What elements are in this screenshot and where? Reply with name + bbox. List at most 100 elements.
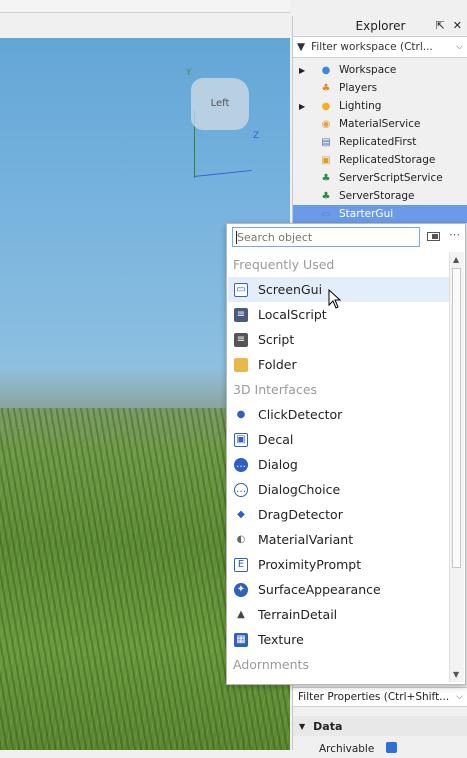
explorer-item-label: MaterialService: [339, 118, 421, 130]
properties-filter[interactable]: Filter Properties (Ctrl+Shift... ⌵: [293, 687, 467, 707]
chevron-down-icon[interactable]: ⌵: [456, 692, 463, 702]
object-item-label: ProximityPrompt: [258, 557, 362, 572]
object-item-dialog[interactable]: … Dialog: [228, 452, 450, 477]
object-item-label: Folder: [258, 357, 297, 372]
starter-gui-icon: ▭: [321, 208, 331, 220]
replicated-first-icon: ▤: [321, 136, 331, 148]
object-item-proximityprompt[interactable]: E ProximityPrompt: [228, 552, 450, 577]
object-item-label: DragDetector: [258, 507, 343, 522]
view-cube-z-axis: [193, 169, 252, 177]
explorer-item-lighting[interactable]: ▶ ● Lighting: [293, 97, 467, 115]
explorer-title-bar: Explorer ⇱ ✕: [293, 16, 467, 37]
object-item-label: ClickDetector: [258, 407, 343, 422]
view-cube[interactable]: Left: [191, 78, 249, 130]
property-row: Archivable: [293, 740, 467, 758]
archivable-checkbox[interactable]: [386, 742, 397, 753]
object-item-label: TerrainDetail: [258, 607, 338, 622]
explorer-item-players[interactable]: ♣ Players: [293, 79, 467, 97]
object-item-folder[interactable]: Folder: [228, 352, 450, 377]
explorer-item-serverstorage[interactable]: ♣ ServerStorage: [293, 187, 467, 205]
object-item-label: Script: [258, 332, 295, 347]
material-variant-icon: ◐: [236, 534, 246, 545]
search-box[interactable]: [232, 227, 420, 247]
viewport-top-strip: [0, 0, 290, 13]
explorer-item-label: ReplicatedStorage: [339, 154, 436, 166]
terrain-detail-icon: ▲: [237, 609, 245, 620]
script-icon: ≡: [234, 332, 248, 347]
object-list: Frequently Used ▭ ScreenGui ≡ LocalScript ≡ Sc…: [228, 252, 450, 682]
group-header: Adornments: [233, 657, 309, 672]
object-item-label: SurfaceAppearance: [258, 582, 381, 597]
explorer-item-label: ReplicatedFirst: [339, 136, 417, 148]
filter-icon: ▼: [297, 41, 306, 53]
text-caret: [236, 231, 237, 244]
explorer-item-label: Lighting: [339, 100, 382, 112]
dialog-icon: …: [234, 457, 248, 472]
properties-filter-text: Filter Properties (Ctrl+Shift...: [298, 691, 450, 703]
local-script-icon: ≡: [234, 307, 248, 322]
scrollbar[interactable]: ▲ ▼: [449, 252, 464, 682]
explorer-filter-text: Filter workspace (Ctrl...: [311, 41, 433, 53]
replicated-storage-icon: ▣: [321, 154, 331, 166]
screen-gui-icon: ▭: [234, 282, 248, 297]
scrollbar-thumb[interactable]: [452, 268, 461, 568]
close-icon[interactable]: ✕: [453, 19, 462, 32]
object-item-surfaceappearance[interactable]: ✦ SurfaceAppearance: [228, 577, 450, 602]
object-item-label: Dialog: [258, 457, 298, 472]
explorer-item-label: ServerStorage: [339, 190, 415, 202]
explorer-item-label: Players: [339, 82, 378, 94]
explorer-filter[interactable]: ▼ Filter workspace (Ctrl... ⌵: [293, 37, 467, 58]
group-header: Frequently Used: [233, 257, 335, 272]
more-options-icon[interactable]: ⋯: [449, 228, 461, 241]
explorer-tree: ▶ ● Workspace ♣ Players ▶ ● Lighting ◉ MaterialSe…: [293, 58, 467, 223]
proximity-prompt-icon: E: [234, 557, 248, 572]
object-item-label: DialogChoice: [258, 482, 341, 497]
data-section-title: Data: [313, 719, 343, 733]
search-input[interactable]: [233, 229, 419, 245]
object-item-label: LocalScript: [258, 307, 327, 322]
object-item-label: Decal: [258, 432, 294, 447]
texture-icon: ▦: [234, 632, 248, 647]
explorer-item-replicatedstorage[interactable]: ▣ ReplicatedStorage: [293, 151, 467, 169]
y-axis-label: Y: [186, 68, 192, 78]
explorer-item-serverscriptservice[interactable]: ♣ ServerScriptService: [293, 169, 467, 187]
undock-icon[interactable]: ⇱: [436, 19, 445, 32]
explorer-item-label: ServerScriptService: [339, 172, 443, 184]
expand-arrow-icon[interactable]: ▶: [299, 66, 309, 75]
expand-arrow-icon[interactable]: ▶: [299, 102, 309, 111]
players-icon: ♣: [321, 82, 331, 94]
view-toggle-icon[interactable]: [427, 232, 440, 241]
object-item-script[interactable]: ≡ Script: [228, 327, 450, 352]
object-item-terraindetail[interactable]: ▲ TerrainDetail: [228, 602, 450, 627]
scroll-down-icon[interactable]: ▼: [453, 670, 459, 679]
surface-appearance-icon: ✦: [234, 582, 248, 597]
object-item-dialogchoice[interactable]: … DialogChoice: [228, 477, 450, 502]
object-item-materialvariant[interactable]: ◐ MaterialVariant: [228, 527, 450, 552]
object-item-clickdetector[interactable]: ● ClickDetector: [228, 402, 450, 427]
data-section-header[interactable]: ▼ Data: [293, 716, 467, 736]
object-item-texture[interactable]: ▦ Texture: [228, 627, 450, 652]
scroll-up-icon[interactable]: ▲: [453, 255, 459, 264]
click-detector-icon: ●: [236, 409, 246, 420]
chevron-down-icon[interactable]: ⌵: [456, 42, 463, 52]
server-storage-icon: ♣: [321, 190, 331, 202]
server-script-service-icon: ♣: [321, 172, 331, 184]
object-item-decal[interactable]: ▣ Decal: [228, 427, 450, 452]
explorer-title: Explorer: [355, 19, 406, 33]
z-axis-label: Z: [253, 131, 260, 141]
mouse-cursor-icon: [328, 289, 342, 309]
drag-detector-icon: ◆: [237, 509, 245, 520]
folder-icon: [234, 357, 248, 372]
insert-object-popup: ⋯ Frequently Used ▭ ScreenGui ≡ LocalScript ≡…: [226, 223, 466, 685]
object-item-label: ScreenGui: [258, 282, 323, 297]
decal-icon: ▣: [234, 432, 248, 447]
object-item-dragdetector[interactable]: ◆ DragDetector: [228, 502, 450, 527]
globe-icon: ●: [321, 64, 331, 76]
explorer-item-workspace[interactable]: ▶ ● Workspace: [293, 61, 467, 79]
lightbulb-icon: ●: [321, 100, 331, 112]
explorer-item-replicatedfirst[interactable]: ▤ ReplicatedFirst: [293, 133, 467, 151]
view-cube-face-label: Left: [210, 98, 230, 109]
explorer-item-startergui[interactable]: ▭ StarterGui: [293, 205, 467, 223]
explorer-item-materialservice[interactable]: ◉ MaterialService: [293, 115, 467, 133]
object-item-label: Texture: [258, 632, 304, 647]
